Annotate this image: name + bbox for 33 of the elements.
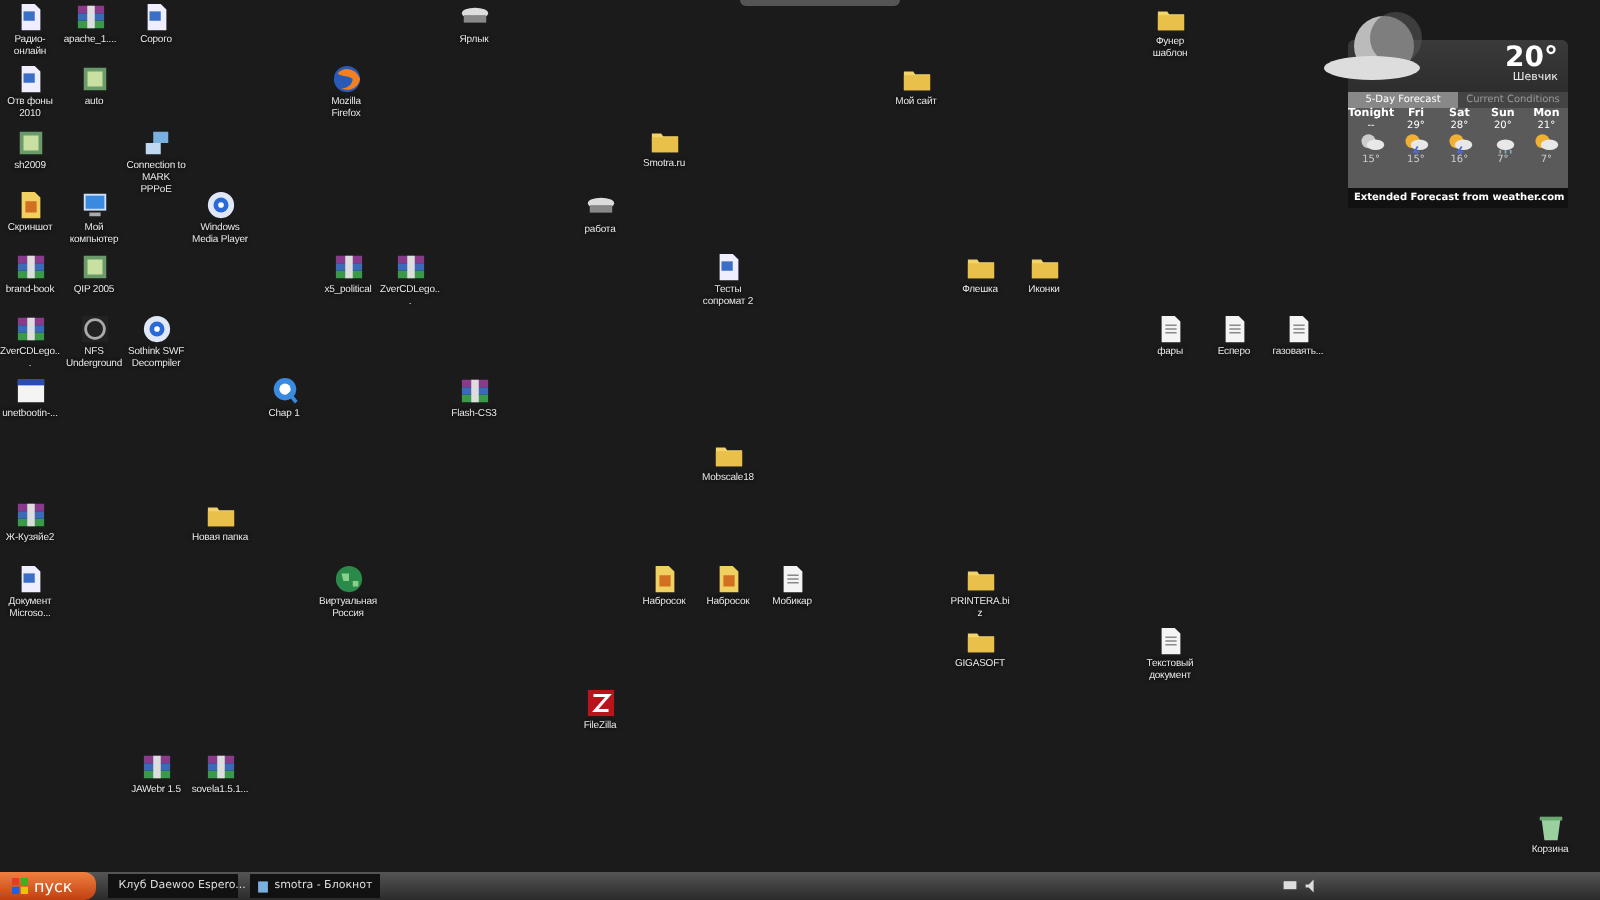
- sun-cloud-icon: [1532, 132, 1561, 154]
- archive-books-icon[interactable]: [333, 252, 363, 282]
- archive-books-icon[interactable]: [395, 252, 425, 282]
- media-disc-icon[interactable]: [141, 314, 171, 344]
- notepad-icon: [256, 879, 271, 893]
- browser-globe-icon[interactable]: [331, 64, 361, 94]
- application-icon[interactable]: [15, 128, 45, 158]
- application-icon[interactable]: [79, 64, 109, 94]
- archive-books-icon[interactable]: [15, 252, 45, 282]
- temperature-text: 20°: [1505, 44, 1558, 72]
- sun-cloud-lightning-icon: [1401, 132, 1430, 154]
- archive-books-icon[interactable]: [15, 500, 45, 530]
- moon-cloud-icon: [1357, 132, 1386, 154]
- magnifier-circle-icon[interactable]: [269, 376, 299, 406]
- start-button[interactable]: пуск: [0, 872, 97, 900]
- speaker-tray-icon[interactable]: [1304, 878, 1320, 894]
- windows-flag-icon: [12, 878, 28, 894]
- window-icon[interactable]: [15, 376, 45, 406]
- disc-icon[interactable]: [79, 314, 109, 344]
- archive-books-icon[interactable]: [205, 752, 235, 782]
- media-disc-icon[interactable]: [205, 190, 235, 220]
- archive-books-icon[interactable]: [459, 376, 489, 406]
- monitor-tray-icon[interactable]: [1282, 878, 1298, 894]
- archive-books-icon[interactable]: [141, 752, 171, 782]
- network-computer-icon[interactable]: [141, 128, 171, 158]
- archive-books-icon[interactable]: [75, 2, 105, 32]
- application-icon[interactable]: [79, 252, 109, 282]
- sun-cloud-lightning-icon: [1445, 132, 1474, 154]
- z-letter-icon[interactable]: [585, 688, 615, 718]
- computer-monitor-icon[interactable]: [79, 190, 109, 220]
- recycle-bin-icon[interactable]: [1535, 812, 1565, 842]
- globe-icon[interactable]: [333, 564, 363, 594]
- archive-books-icon[interactable]: [15, 314, 45, 344]
